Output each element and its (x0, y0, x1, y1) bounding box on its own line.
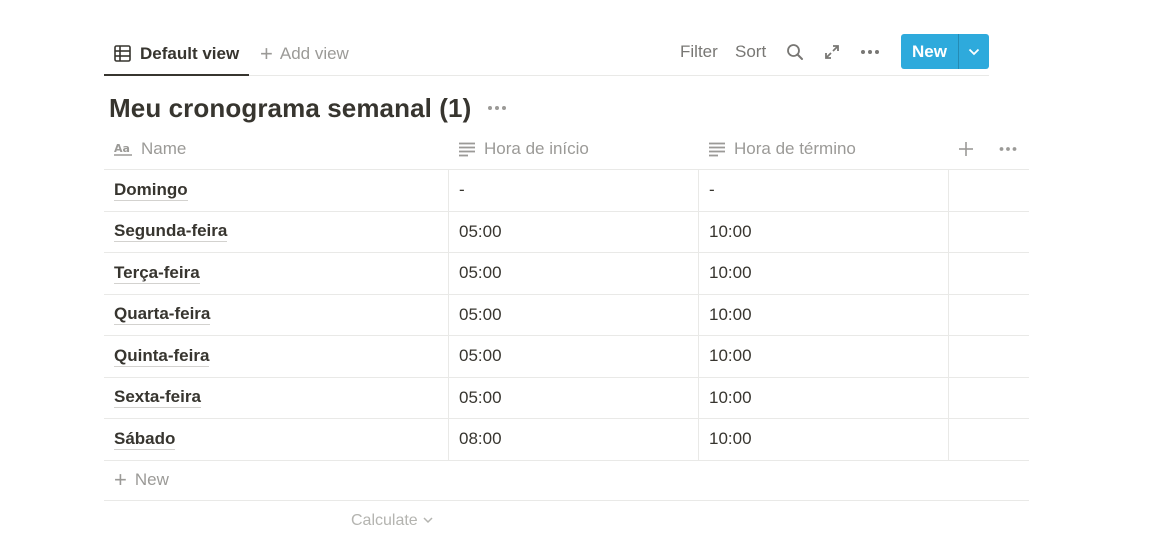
ellipsis-icon (861, 50, 879, 54)
tab-default-view[interactable]: Default view (104, 33, 250, 76)
table-row: Sábado 08:00 10:00 (104, 419, 1029, 461)
cell-hora-termino[interactable]: 10:00 (699, 294, 949, 335)
new-button[interactable]: New (901, 34, 959, 69)
ellipsis-icon (999, 147, 1017, 151)
cell-hora-inicio[interactable]: 08:00 (449, 419, 699, 460)
sort-label: Sort (735, 42, 767, 61)
row-name[interactable]: Segunda-feira (114, 221, 228, 243)
header-actions (949, 129, 1029, 169)
cell-empty (949, 419, 1029, 460)
table-more-button[interactable] (999, 146, 1017, 152)
column-header-label: Hora de término (734, 139, 856, 158)
cell-name[interactable]: Segunda-feira (104, 211, 449, 252)
database-table: Aa Name Hora de início Hora de término D… (104, 129, 1029, 541)
cell-empty (949, 336, 1029, 377)
chevron-down-icon (968, 48, 980, 55)
cell-hora-termino[interactable]: 10:00 (699, 377, 949, 418)
database-title[interactable]: Meu cronograma semanal (1) (109, 93, 471, 124)
sort-button[interactable]: Sort (735, 33, 766, 71)
add-property-button[interactable] (959, 142, 973, 156)
expand-arrows-icon (825, 45, 839, 59)
search-button[interactable] (786, 33, 804, 71)
plus-icon: + (114, 467, 127, 492)
table-icon (114, 45, 131, 62)
row-name[interactable]: Sexta-feira (114, 387, 201, 409)
cell-empty (949, 295, 1029, 336)
table-row: Terça-feira 05:00 10:00 (104, 253, 1029, 295)
add-row-label: New (134, 470, 169, 489)
column-header-label: Name (141, 139, 187, 158)
cell-name[interactable]: Terça-feira (104, 253, 449, 294)
filter-button[interactable]: Filter (680, 33, 718, 71)
text-lines-icon (709, 142, 725, 156)
new-dropdown-button[interactable] (959, 34, 989, 69)
open-full-page-button[interactable] (824, 33, 840, 71)
notion-database-page: Default view + Add view Filter Sort New … (0, 0, 1175, 547)
table-body: Domingo - - Segunda-feira 05:00 10:00 Te… (104, 170, 1029, 461)
add-view-label: Add view (279, 44, 349, 63)
cell-hora-inicio[interactable]: 05:00 (449, 211, 699, 252)
filter-label: Filter (680, 42, 718, 61)
database-title-row: Meu cronograma semanal (1) (109, 90, 507, 126)
column-header-name[interactable]: Aa Name (104, 129, 449, 169)
row-name[interactable]: Sábado (114, 429, 176, 450)
add-row-button[interactable]: + New (104, 461, 1029, 501)
search-icon (787, 44, 803, 60)
cell-name[interactable]: Sexta-feira (104, 377, 449, 418)
row-name[interactable]: Domingo (114, 180, 188, 201)
view-bar: Default view + Add view Filter Sort New (104, 33, 989, 76)
cell-hora-termino[interactable]: 10:00 (699, 211, 949, 252)
row-name[interactable]: Quinta-feira (114, 346, 210, 367)
text-lines-icon (459, 142, 475, 156)
cell-hora-termino[interactable]: 10:00 (699, 419, 949, 460)
table-row: Domingo - - (104, 170, 1029, 212)
plus-icon: + (260, 41, 273, 66)
cell-name[interactable]: Domingo (104, 170, 449, 211)
cell-empty (949, 212, 1029, 253)
cell-empty (949, 378, 1029, 419)
title-more-button[interactable] (487, 105, 507, 111)
new-button-group: New (901, 34, 989, 69)
cell-hora-inicio[interactable]: 05:00 (449, 294, 699, 335)
cell-hora-inicio[interactable]: 05:00 (449, 253, 699, 294)
column-header-hora-termino[interactable]: Hora de término (699, 129, 949, 169)
column-header-hora-inicio[interactable]: Hora de início (449, 129, 699, 169)
chevron-down-icon (423, 517, 433, 524)
cell-hora-inicio[interactable]: 05:00 (449, 336, 699, 377)
svg-text:Aa: Aa (114, 142, 130, 155)
cell-hora-termino[interactable]: 10:00 (699, 336, 949, 377)
row-name[interactable]: Terça-feira (114, 263, 200, 284)
cell-name[interactable]: Quarta-feira (104, 294, 449, 335)
cell-hora-inicio[interactable]: 05:00 (449, 377, 699, 418)
table-row: Segunda-feira 05:00 10:00 (104, 211, 1029, 253)
tab-default-view-label: Default view (140, 43, 240, 63)
cell-name[interactable]: Sábado (104, 419, 449, 460)
more-options-button[interactable] (860, 33, 880, 71)
add-view-button[interactable]: + Add view (260, 33, 349, 75)
cell-hora-inicio[interactable]: - (449, 170, 699, 211)
cell-empty (949, 253, 1029, 294)
cell-hora-termino[interactable]: - (699, 170, 949, 211)
ellipsis-icon (488, 106, 507, 110)
table-row: Quinta-feira 05:00 10:00 (104, 336, 1029, 378)
row-name[interactable]: Quarta-feira (114, 304, 211, 326)
cell-hora-termino[interactable]: 10:00 (699, 253, 949, 294)
table-header: Aa Name Hora de início Hora de término (104, 129, 1029, 170)
column-header-label: Hora de início (484, 139, 589, 158)
cell-empty (949, 170, 1029, 211)
table-row: Quarta-feira 05:00 10:00 (104, 294, 1029, 336)
table-row: Sexta-feira 05:00 10:00 (104, 377, 1029, 419)
calculate-button[interactable]: Calculate (351, 501, 433, 541)
title-aa-icon: Aa (114, 142, 132, 156)
calculate-label: Calculate (351, 511, 418, 529)
calculate-row: Calculate (104, 501, 1029, 541)
cell-name[interactable]: Quinta-feira (104, 336, 449, 377)
plus-icon (959, 142, 973, 156)
